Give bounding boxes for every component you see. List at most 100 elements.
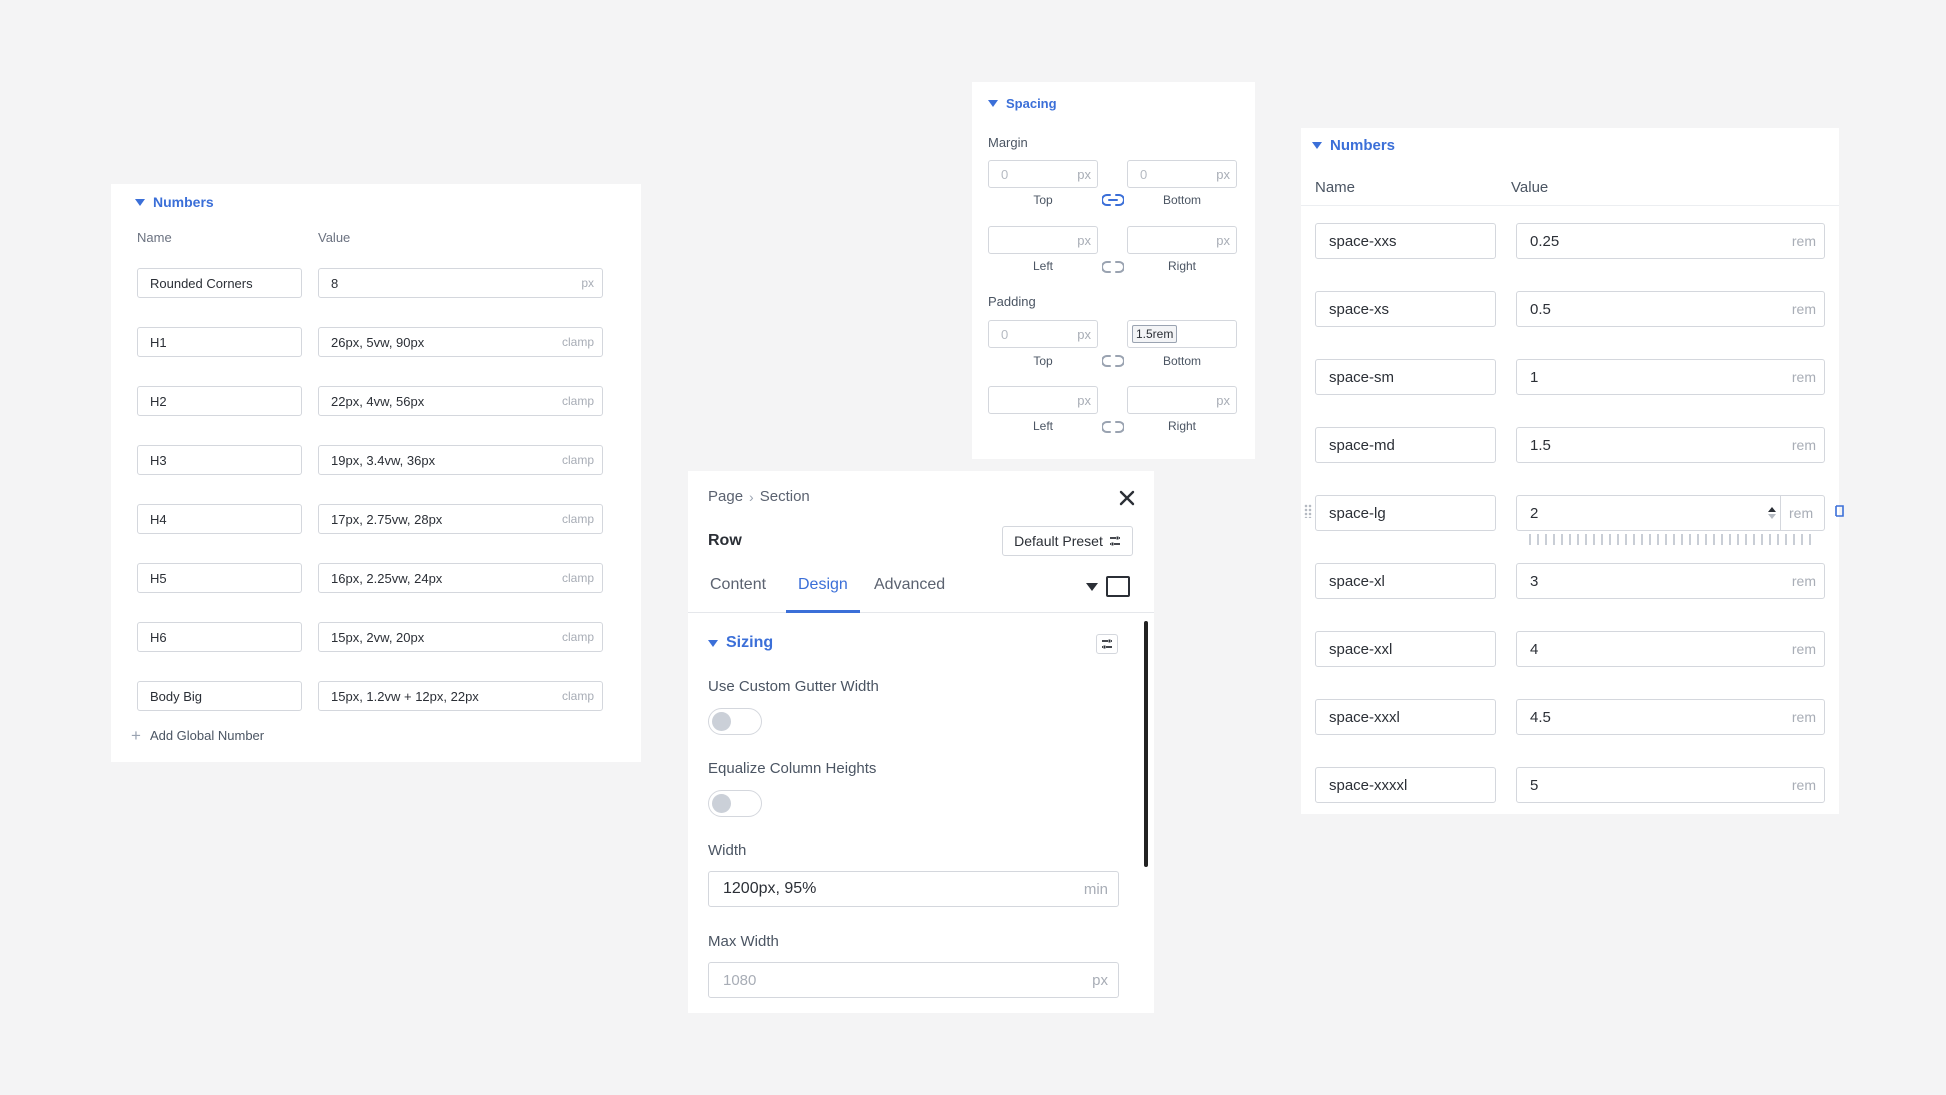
- link-unlinked-icon[interactable]: [1102, 354, 1124, 368]
- unit-label: clamp: [561, 394, 594, 408]
- margin-right-input[interactable]: px: [1127, 226, 1237, 254]
- number-value-field[interactable]: 22px, 4vw, 56px clamp: [318, 386, 603, 416]
- tab-bar: Content Design Advanced: [688, 570, 1154, 613]
- number-name-field[interactable]: space-sm: [1315, 359, 1496, 395]
- number-value-field[interactable]: 0.5 rem: [1516, 291, 1825, 327]
- plus-icon: +: [131, 726, 141, 745]
- number-name-field[interactable]: H6: [137, 622, 302, 652]
- max-width-input[interactable]: 1080 px: [708, 962, 1119, 998]
- number-value-field[interactable]: 8 px: [318, 268, 603, 298]
- number-value-field[interactable]: 4.5 rem: [1516, 699, 1825, 735]
- padding-top-sublabel: Top: [1033, 354, 1053, 368]
- numbers-section-toggle[interactable]: Numbers: [1312, 137, 1395, 154]
- unit-label: clamp: [561, 453, 594, 467]
- number-name-field[interactable]: H3: [137, 445, 302, 475]
- column-header-value: Value: [318, 230, 351, 245]
- drag-handle-icon[interactable]: [1304, 504, 1312, 518]
- number-name-field[interactable]: space-xxl: [1315, 631, 1496, 667]
- unit-label: px: [1092, 971, 1108, 989]
- number-name-field[interactable]: space-md: [1315, 427, 1496, 463]
- number-name-field[interactable]: space-xl: [1315, 563, 1496, 599]
- number-name-field[interactable]: space-xxxxl: [1315, 767, 1496, 803]
- number-name-field[interactable]: H5: [137, 563, 302, 593]
- number-value-field[interactable]: 15px, 1.2vw + 12px, 22px clamp: [318, 681, 603, 711]
- number-value-field[interactable]: 16px, 2.25vw, 24px clamp: [318, 563, 603, 593]
- view-mode-icon[interactable]: [1106, 576, 1130, 597]
- sizing-preset-icon[interactable]: [1096, 634, 1118, 654]
- tab-content[interactable]: Content: [708, 570, 768, 613]
- unit-label: min: [1083, 880, 1108, 898]
- preset-icon: [1109, 536, 1120, 546]
- number-value-field[interactable]: 19px, 3.4vw, 36px clamp: [318, 445, 603, 475]
- unit-label: rem: [1791, 437, 1816, 453]
- number-stepper[interactable]: [1768, 507, 1776, 519]
- caret-down-icon: [988, 100, 998, 107]
- sizing-section-toggle[interactable]: Sizing: [708, 634, 773, 652]
- link-unlinked-icon[interactable]: [1102, 420, 1124, 434]
- number-name-field[interactable]: H1: [137, 327, 302, 357]
- number-name-field[interactable]: Body Big: [137, 681, 302, 711]
- spacing-section-toggle[interactable]: Spacing: [988, 96, 1057, 111]
- link-linked-icon[interactable]: [1102, 193, 1124, 207]
- margin-right-sublabel: Right: [1167, 259, 1196, 273]
- number-name-field[interactable]: Rounded Corners: [137, 268, 302, 298]
- tab-design[interactable]: Design: [786, 570, 860, 613]
- value-slider[interactable]: [1529, 534, 1814, 545]
- unit-label: clamp: [561, 571, 594, 585]
- number-value-field-active[interactable]: 2 rem: [1516, 495, 1825, 531]
- margin-left-input[interactable]: px: [988, 226, 1098, 254]
- unit-label: rem: [1791, 777, 1816, 793]
- panel-title: Row: [708, 532, 742, 549]
- number-value-field[interactable]: 17px, 2.75vw, 28px clamp: [318, 504, 603, 534]
- number-value-field[interactable]: 4 rem: [1516, 631, 1825, 667]
- number-name-field[interactable]: space-xs: [1315, 291, 1496, 327]
- tab-advanced[interactable]: Advanced: [872, 570, 947, 613]
- breadcrumb-section[interactable]: Section: [760, 488, 810, 505]
- number-name-field[interactable]: H4: [137, 504, 302, 534]
- number-value-field[interactable]: 3 rem: [1516, 563, 1825, 599]
- column-header-name: Name: [1315, 179, 1356, 196]
- gutter-width-toggle[interactable]: [708, 708, 762, 735]
- link-unlinked-icon[interactable]: [1102, 260, 1124, 274]
- padding-bottom-input[interactable]: 1.5rem: [1127, 320, 1237, 348]
- caret-down-icon[interactable]: [1086, 583, 1098, 591]
- width-input[interactable]: 1200px, 95% min: [708, 871, 1119, 907]
- unit-label[interactable]: rem: [1780, 496, 1824, 530]
- number-value-field[interactable]: 15px, 2vw, 20px clamp: [318, 622, 603, 652]
- number-value-field[interactable]: 1.5 rem: [1516, 427, 1825, 463]
- caret-down-icon: [135, 198, 145, 206]
- section-title: Sizing: [726, 634, 774, 651]
- margin-top-input[interactable]: 0 px: [988, 160, 1098, 188]
- number-name-field[interactable]: space-lg: [1315, 495, 1496, 531]
- equalize-heights-toggle[interactable]: [708, 790, 762, 817]
- number-name-field[interactable]: space-xxs: [1315, 223, 1496, 259]
- section-title: Spacing: [1006, 96, 1057, 111]
- numbers-section-toggle[interactable]: Numbers: [135, 194, 214, 210]
- close-icon[interactable]: [1118, 489, 1136, 507]
- breadcrumb-page[interactable]: Page: [708, 488, 743, 505]
- number-name-field[interactable]: H2: [137, 386, 302, 416]
- unit-label: rem: [1791, 573, 1816, 589]
- number-value-field[interactable]: 5 rem: [1516, 767, 1825, 803]
- margin-bottom-sublabel: Bottom: [1162, 193, 1201, 207]
- row-settings-panel: Page › Section Row Default Preset Conten…: [688, 471, 1154, 1013]
- divider: [1301, 205, 1839, 206]
- section-title: Numbers: [1330, 137, 1396, 154]
- padding-top-input[interactable]: 0 px: [988, 320, 1098, 348]
- increment-icon[interactable]: [1768, 507, 1776, 512]
- numbers-panel-left: Numbers Name Value Rounded Corners 8 px H…: [111, 184, 641, 762]
- equalize-heights-label: Equalize Column Heights: [708, 760, 877, 777]
- add-global-number-button[interactable]: + Add Global Number: [131, 727, 264, 744]
- scrollbar[interactable]: [1144, 621, 1148, 867]
- margin-bottom-input[interactable]: 0 px: [1127, 160, 1237, 188]
- number-value-field[interactable]: 1 rem: [1516, 359, 1825, 395]
- decrement-icon[interactable]: [1768, 514, 1776, 519]
- padding-right-input[interactable]: px: [1127, 386, 1237, 414]
- padding-left-input[interactable]: px: [988, 386, 1098, 414]
- preset-dropdown-button[interactable]: Default Preset: [1002, 526, 1133, 556]
- number-value-field[interactable]: 26px, 5vw, 90px clamp: [318, 327, 603, 357]
- number-value-field[interactable]: 0.25 rem: [1516, 223, 1825, 259]
- unit-label: clamp: [561, 335, 594, 349]
- number-name-field[interactable]: space-xxxl: [1315, 699, 1496, 735]
- reset-icon[interactable]: [1833, 504, 1845, 518]
